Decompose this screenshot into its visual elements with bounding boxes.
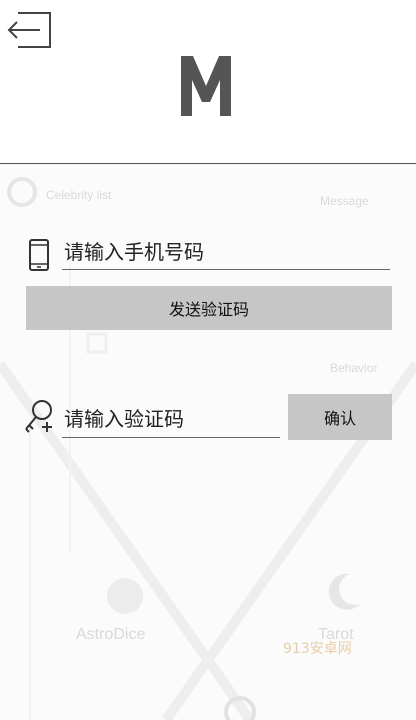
bg-label-1: Celebrity list [46, 188, 112, 202]
login-page: Celebrity list Message Behavior AstroDic… [0, 0, 416, 720]
header-divider [0, 163, 416, 164]
bg-label-2: Message [320, 194, 369, 208]
app-logo [181, 56, 231, 116]
confirm-button[interactable]: 确认 [288, 394, 392, 440]
key-icon [25, 400, 52, 433]
watermark: 913安卓网 [283, 641, 352, 657]
send-code-button[interactable]: 发送验证码 [26, 286, 392, 330]
bg-label-3: Behavior [330, 361, 378, 375]
bg-label-4: AstroDice [76, 626, 146, 643]
exit-arrow-icon[interactable] [6, 8, 56, 52]
header [0, 0, 416, 163]
phone-icon [29, 239, 49, 271]
verification-code-input[interactable] [62, 400, 280, 438]
phone-number-input[interactable] [62, 234, 390, 270]
